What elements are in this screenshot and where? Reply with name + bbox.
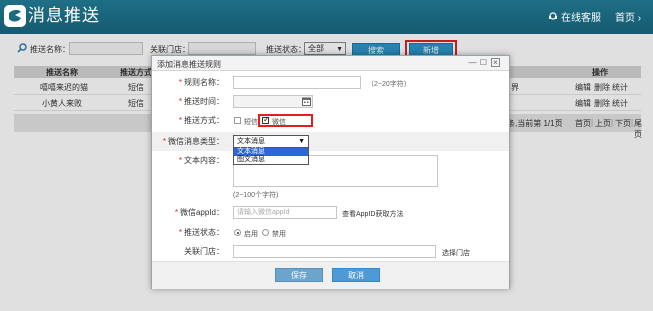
dialog-title: 添加消息推送规则: [157, 60, 221, 69]
disable-radio[interactable]: [262, 229, 269, 236]
sms-option-label: 短信: [244, 119, 258, 126]
push-time-label: * 推送时间：: [178, 97, 224, 106]
disable-option-label: 禁用: [272, 231, 286, 238]
push-status-row: * 推送状态： 启用 禁用: [152, 223, 509, 242]
dialog-footer: 保存 取消: [152, 261, 509, 289]
push-method-label: * 推送方式：: [178, 116, 224, 125]
store-field-label: 关联门店：: [184, 247, 224, 256]
appid-input[interactable]: 请输入微信appId: [233, 206, 337, 219]
wechat-type-value: 文本消息: [237, 138, 265, 145]
enable-radio[interactable]: [234, 229, 241, 236]
online-service-link[interactable]: 在线客服: [548, 9, 601, 24]
appid-row: * 微信appId： 请输入微信appId 查看AppID获取方法: [152, 203, 509, 222]
online-service-label: 在线客服: [561, 13, 601, 24]
save-button[interactable]: 保存: [275, 268, 323, 282]
dropdown-option[interactable]: 文本消息: [234, 148, 308, 156]
text-content-label: * 文本内容：: [178, 156, 224, 165]
store-row: 关联门店： 选择门店: [152, 242, 509, 261]
app-logo-icon: [4, 5, 26, 27]
rule-name-row: * 规则名称： （2~20字符）: [152, 73, 509, 92]
cancel-button[interactable]: 取消: [332, 268, 380, 282]
appid-placeholder: 请输入微信appId: [237, 209, 290, 216]
wechat-type-row: * 微信消息类型：: [152, 132, 509, 151]
wechat-type-label: * 微信消息类型：: [162, 137, 224, 146]
dropdown-arrow-icon: ▼: [298, 138, 305, 145]
chevron-right-icon: ›: [637, 13, 642, 24]
text-content-hint: (2~100个字符): [233, 192, 279, 199]
close-icon[interactable]: ×: [491, 58, 500, 67]
push-time-input[interactable]: [233, 95, 313, 108]
home-link[interactable]: 首页 ›: [615, 9, 641, 24]
rule-name-input[interactable]: [233, 76, 361, 89]
wechat-type-select[interactable]: 文本消息 ▼: [233, 135, 309, 148]
push-method-row: *推送方式： 短信 微信: [152, 111, 509, 130]
appid-label: * 微信appId：: [174, 208, 224, 217]
home-label: 首页: [615, 13, 635, 24]
dropdown-option[interactable]: 图文消息: [234, 156, 308, 164]
wechat-option-highlight: [258, 114, 313, 127]
rule-name-label: * 规则名称：: [178, 78, 224, 87]
headset-icon: [549, 12, 557, 20]
enable-option-label: 启用: [244, 231, 258, 238]
maximize-icon[interactable]: ☐: [479, 58, 488, 67]
add-rule-dialog: 添加消息推送规则 — ☐ × * 规则名称： （2~20字符） * 推送时间： * 推…: [151, 55, 510, 289]
store-field-input[interactable]: [233, 245, 436, 258]
dialog-titlebar: 添加消息推送规则 — ☐ ×: [152, 56, 509, 71]
appid-help-link[interactable]: 查看AppID获取方法: [342, 209, 403, 219]
app-header: 消息推送 在线客服 首页 ›: [0, 0, 653, 34]
wechat-type-dropdown-list: 文本消息 图文消息: [233, 148, 309, 165]
choose-store-link[interactable]: 选择门店: [442, 248, 470, 258]
calendar-icon[interactable]: [302, 97, 311, 106]
minimize-icon[interactable]: —: [468, 58, 477, 67]
push-status-label: * 推送状态：: [178, 228, 224, 237]
app-title: 消息推送: [28, 6, 100, 25]
rule-name-hint: （2~20字符）: [367, 81, 411, 88]
push-time-row: * 推送时间：: [152, 92, 509, 111]
sms-checkbox[interactable]: [234, 117, 241, 124]
